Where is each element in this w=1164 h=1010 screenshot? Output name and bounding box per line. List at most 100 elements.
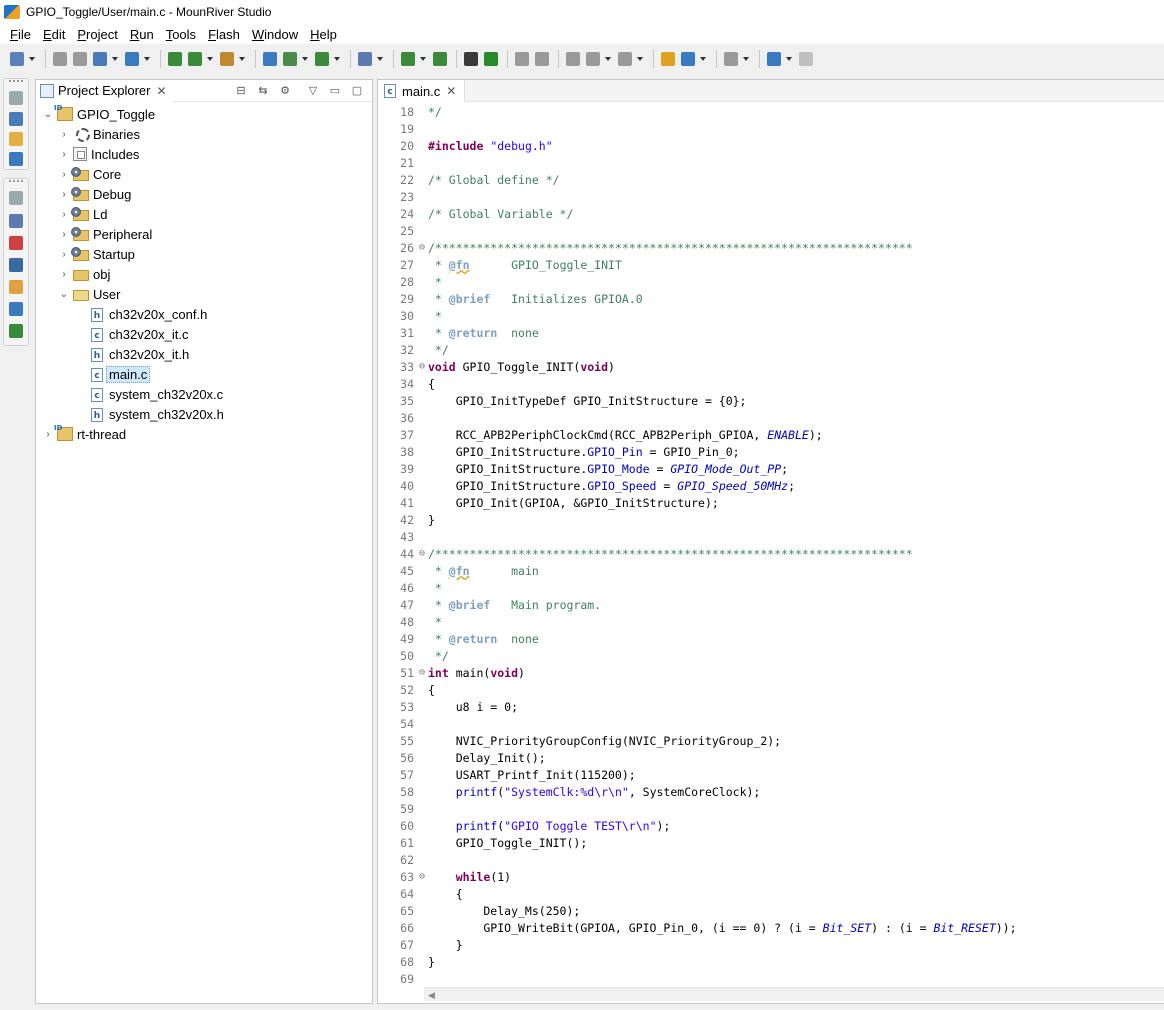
- chevron-right-icon[interactable]: ›: [58, 208, 70, 220]
- code-line[interactable]: 42}: [378, 511, 1164, 528]
- chevron-down-icon[interactable]: ⌄: [42, 108, 54, 120]
- code-line[interactable]: 22 /* Global define */: [378, 171, 1164, 188]
- tree-item-system-ch32v20x-h[interactable]: h system_ch32v20x.h: [74, 404, 224, 424]
- code-line[interactable]: 36: [378, 409, 1164, 426]
- save-all-button[interactable]: [71, 50, 89, 68]
- new-button[interactable]: [8, 50, 26, 68]
- code-editor[interactable]: 18 */ 19 20 #include "debug.h" 21 22 /* Global …: [378, 103, 1164, 984]
- tree-item-system-ch32v20x-c[interactable]: c system_ch32v20x.c: [74, 384, 223, 404]
- chevron-down-icon[interactable]: [28, 50, 36, 68]
- run-button[interactable]: [482, 50, 500, 68]
- tree-item-gpio-toggle[interactable]: ⌄ GPIO_Toggle: [42, 104, 155, 124]
- code-line[interactable]: 33 ⊖ void GPIO_Toggle_INIT(void): [378, 358, 1164, 375]
- maximize-icon[interactable]: ▢: [350, 83, 364, 97]
- code-line[interactable]: 48 *: [378, 613, 1164, 630]
- code-line[interactable]: 46 *: [378, 579, 1164, 596]
- code-line[interactable]: 66 GPIO_WriteBit(GPIOA, GPIO_Pin_0, (i =…: [378, 919, 1164, 936]
- code-line[interactable]: 57 USART_Printf_Init(115200);: [378, 766, 1164, 783]
- tree-item-binaries[interactable]: › Binaries: [58, 124, 140, 144]
- view-menu-icon[interactable]: ▽: [306, 83, 320, 97]
- chevron-down-icon[interactable]: [699, 50, 707, 68]
- tasks-view-icon[interactable]: [9, 280, 23, 294]
- code-line[interactable]: 60 printf("GPIO Toggle TEST\r\n");: [378, 817, 1164, 834]
- tree-item-ch32v20x-conf-h[interactable]: h ch32v20x_conf.h: [74, 304, 207, 324]
- tree-item-startup[interactable]: › Startup: [58, 244, 135, 264]
- code-line[interactable]: 68}: [378, 953, 1164, 970]
- code-line[interactable]: 37 RCC_APB2PeriphClockCmd(RCC_APB2Periph…: [378, 426, 1164, 443]
- tree-item-obj[interactable]: › obj: [58, 264, 110, 284]
- tree-item-ld[interactable]: › Ld: [58, 204, 107, 224]
- chevron-down-icon[interactable]: [333, 50, 341, 68]
- minimize-icon[interactable]: ▭: [328, 83, 342, 97]
- book-view-icon[interactable]: [9, 152, 23, 166]
- code-line[interactable]: 47 * @brief Main program.: [378, 596, 1164, 613]
- menu-edit[interactable]: Edit: [37, 27, 71, 42]
- import-button[interactable]: [91, 50, 109, 68]
- tree-item-debug[interactable]: › Debug: [58, 184, 131, 204]
- code-line[interactable]: 26 ⊖/************************************…: [378, 239, 1164, 256]
- drag-handle-icon[interactable]: [9, 80, 23, 83]
- code-line[interactable]: 58 printf("SystemClk:%d\r\n", SystemCore…: [378, 783, 1164, 800]
- restore-icon[interactable]: [9, 91, 23, 105]
- code-line[interactable]: 54: [378, 715, 1164, 732]
- menu-project[interactable]: Project: [71, 27, 123, 42]
- code-line[interactable]: 24 /* Global Variable */: [378, 205, 1164, 222]
- code-line[interactable]: 38 GPIO_InitStructure.GPIO_Pin = GPIO_Pi…: [378, 443, 1164, 460]
- code-line[interactable]: 31 * @return none: [378, 324, 1164, 341]
- code-line[interactable]: 49 * @return none: [378, 630, 1164, 647]
- device-button[interactable]: [399, 50, 417, 68]
- tab-main-c[interactable]: c main.c ✕: [378, 80, 466, 102]
- chevron-right-icon[interactable]: ›: [58, 188, 70, 200]
- code-line[interactable]: 29 * @brief Initializes GPIOA.0: [378, 290, 1164, 307]
- menu-tools[interactable]: Tools: [160, 27, 202, 42]
- menu-help[interactable]: Help: [304, 27, 343, 42]
- code-line[interactable]: 52 {: [378, 681, 1164, 698]
- tree-item-core[interactable]: › Core: [58, 164, 121, 184]
- close-icon[interactable]: ✕: [446, 84, 456, 98]
- restore-icon[interactable]: [9, 191, 23, 205]
- scroll-left-icon[interactable]: ◀: [428, 990, 435, 1001]
- tab-project-explorer[interactable]: Project Explorer ✕: [36, 79, 173, 102]
- code-line[interactable]: 67 }: [378, 936, 1164, 953]
- code-line[interactable]: 27 * @fn GPIO_Toggle_INIT: [378, 256, 1164, 273]
- terminal-button[interactable]: [462, 50, 480, 68]
- menu-file[interactable]: File: [4, 27, 37, 42]
- collapse-all-icon[interactable]: ⊟: [234, 83, 248, 97]
- code-line[interactable]: 51 ⊖ int main(void): [378, 664, 1164, 681]
- registers-view-icon[interactable]: [9, 302, 23, 316]
- code-line[interactable]: 43: [378, 528, 1164, 545]
- chevron-down-icon[interactable]: [301, 50, 309, 68]
- properties-view-icon[interactable]: [9, 132, 23, 146]
- tree-item-peripheral[interactable]: › Peripheral: [58, 224, 152, 244]
- code-line[interactable]: 40 GPIO_InitStructure.GPIO_Speed = GPIO_…: [378, 477, 1164, 494]
- code-line[interactable]: 35 GPIO_InitTypeDef GPIO_InitStructure =…: [378, 392, 1164, 409]
- tree-item-user[interactable]: ⌄ User: [58, 284, 121, 304]
- code-line[interactable]: 63 ⊖ while(1): [378, 868, 1164, 885]
- chevron-down-icon[interactable]: [604, 50, 612, 68]
- menu-window[interactable]: Window: [246, 27, 304, 42]
- chevron-down-icon[interactable]: [206, 50, 214, 68]
- chevron-down-icon[interactable]: [143, 50, 151, 68]
- code-line[interactable]: 39 GPIO_InitStructure.GPIO_Mode = GPIO_M…: [378, 460, 1164, 477]
- menu-run[interactable]: Run: [124, 27, 160, 42]
- code-line[interactable]: 25: [378, 222, 1164, 239]
- chevron-down-icon[interactable]: [238, 50, 246, 68]
- step-over-button[interactable]: [513, 50, 531, 68]
- step-return-button[interactable]: [564, 50, 582, 68]
- outline-view-icon[interactable]: [9, 112, 23, 126]
- step-into-button[interactable]: [533, 50, 551, 68]
- chevron-down-icon[interactable]: [376, 50, 384, 68]
- clean-button[interactable]: [218, 50, 236, 68]
- code-line[interactable]: 45 * @fn main: [378, 562, 1164, 579]
- chevron-right-icon[interactable]: ›: [58, 168, 70, 180]
- fold-toggle-icon[interactable]: ⊖: [416, 548, 428, 559]
- save-button[interactable]: [51, 50, 69, 68]
- chevron-down-icon[interactable]: [785, 50, 793, 68]
- code-line[interactable]: 23: [378, 188, 1164, 205]
- pin-editor-button[interactable]: [765, 50, 783, 68]
- search-button[interactable]: [356, 50, 374, 68]
- next-annotation-button[interactable]: [584, 50, 602, 68]
- menu-flash[interactable]: Flash: [202, 27, 246, 42]
- code-line[interactable]: 21: [378, 154, 1164, 171]
- tree-item-main-c[interactable]: c main.c: [74, 364, 151, 384]
